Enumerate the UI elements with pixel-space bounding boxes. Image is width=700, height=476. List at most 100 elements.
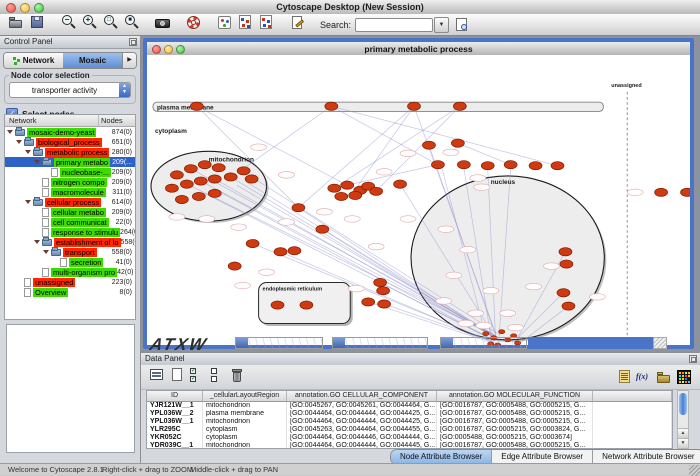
tree-item-node-count: 280(0) (112, 149, 135, 156)
search-dropdown-button[interactable]: ▼ (434, 17, 449, 33)
table-cell: YPL036W__1 (147, 418, 203, 426)
network-tree-row[interactable]: secretion41(0) (5, 257, 135, 267)
toolbar-group (152, 14, 173, 31)
folder-icon (42, 239, 52, 246)
matrix-view-icon[interactable] (676, 369, 692, 385)
background-window-strip[interactable] (332, 337, 428, 349)
attribute-toolbar-right (614, 369, 694, 385)
zoom-fit-icon[interactable] (102, 14, 119, 31)
table-column-header[interactable]: _cellularLayoutRegion (203, 391, 287, 401)
annotation-icon[interactable] (289, 14, 306, 31)
attribute-browser-tab[interactable]: Network Attribute Browser (593, 450, 700, 464)
tab-mosaic[interactable]: Mosaic (63, 53, 122, 68)
scrollbar-thumb[interactable] (679, 393, 687, 415)
import-attributes-icon[interactable] (656, 369, 672, 385)
folder-icon (15, 129, 25, 136)
network-tree-row[interactable]: primary metabo209(... (5, 157, 135, 167)
network-canvas[interactable]: plasma membranecytoplasmmitochondrionnuc… (147, 55, 690, 345)
network-tree-row[interactable]: cellular metabo209(0) (5, 207, 135, 217)
network-tree-row[interactable]: establishment of lo558(0) (5, 237, 135, 247)
table-column-header[interactable]: annotation.GO CELLULAR_COMPONENT (287, 391, 437, 401)
table-cell: cytoplasm (203, 426, 287, 434)
save-icon[interactable] (29, 14, 46, 31)
network-tree-row[interactable]: cellular process614(0) (5, 197, 135, 207)
tree-expander-icon[interactable] (34, 160, 40, 167)
tree-expander-icon[interactable] (25, 150, 31, 157)
app-resize-grip[interactable] (689, 465, 700, 476)
help-icon[interactable] (185, 14, 202, 31)
open-icon[interactable] (8, 14, 25, 31)
network-view-window[interactable]: primary metabolic process plasma membran… (143, 38, 694, 349)
network-file-icon (60, 258, 67, 267)
table-row[interactable]: YDR039C__1mitochondrion[GO:0044464, GO:0… (147, 442, 672, 449)
scroll-up-arrow[interactable]: ▲ (678, 428, 688, 438)
network-tree-row[interactable]: mosaic-demo-yeast874(0) (5, 127, 135, 137)
table-row[interactable]: YJR121W__1mitochondrion[GO:0045267, GO:0… (147, 402, 672, 410)
network-tree-row[interactable]: Overview8(0) (5, 287, 135, 297)
table-row[interactable]: YPL036W__1mitochondrion[GO:0044464, GO:0… (147, 418, 672, 426)
first-neighbors-icon[interactable] (237, 14, 254, 31)
delete-attribute-icon[interactable] (229, 367, 245, 383)
tabs-overflow-arrow[interactable]: ▶ (122, 53, 136, 68)
vizmapper-icon[interactable] (216, 14, 233, 31)
table-row[interactable]: YKR052Ccytoplasm[GO:0044464, GO:0044446,… (147, 434, 672, 442)
attribute-report-icon[interactable] (616, 369, 632, 385)
attribute-browser-tab[interactable]: Edge Attribute Browser (492, 450, 593, 464)
network-tree-row[interactable]: nucleobase-...209(0) (5, 167, 135, 177)
window-cap (236, 338, 248, 348)
tree-column-network[interactable]: Network (5, 115, 99, 126)
table-row[interactable]: YLR295Ccytoplasm[GO:0045263, GO:0044464,… (147, 426, 672, 434)
unselect-attributes-icon[interactable] (209, 367, 225, 383)
network-tree-row[interactable]: unassigned223(0) (5, 277, 135, 287)
tree-column-nodes[interactable]: Nodes (99, 115, 135, 126)
tree-item-node-count: 874(0) (112, 129, 135, 136)
window-resize-grip[interactable] (653, 337, 667, 349)
float-panel-icon[interactable] (689, 355, 697, 363)
attribute-toolbar-left (147, 367, 247, 388)
table-cell: [GO:0016787, GO:0005488, GO:0005215, G..… (437, 402, 593, 410)
tree-expander-icon[interactable] (16, 140, 22, 147)
zoom-in-icon[interactable] (81, 14, 98, 31)
new-attribute-icon[interactable] (169, 367, 185, 383)
attribute-browser-tab[interactable]: Node Attribute Browser (391, 450, 492, 464)
tree-expander-icon[interactable] (7, 130, 13, 137)
tree-item-node-count: 209(0) (112, 179, 135, 186)
tree-expander-icon[interactable] (43, 250, 49, 257)
background-window-strip[interactable] (440, 337, 527, 349)
copy-network-icon[interactable] (258, 14, 275, 31)
background-window-strip[interactable] (235, 337, 323, 349)
network-file-icon (42, 218, 49, 227)
search-options-icon[interactable] (453, 16, 470, 33)
tree-expander-icon[interactable] (25, 200, 31, 207)
table-vertical-scrollbar[interactable]: ▲ ▼ (677, 390, 689, 449)
network-tree-row[interactable]: metabolic process280(0) (5, 147, 135, 157)
network-navigator-panel[interactable] (6, 324, 135, 453)
snapshot-icon[interactable] (154, 14, 171, 31)
tree-item-node-count: 651(0) (112, 139, 135, 146)
network-tree-row[interactable]: multi-organism pro42(0) (5, 267, 135, 277)
search-input[interactable] (355, 18, 433, 32)
tree-item-label: establishment of lo (54, 238, 121, 247)
network-tree-row[interactable]: cell communicat22(0) (5, 217, 135, 227)
tree-expander-icon[interactable] (34, 240, 40, 247)
network-tree-row[interactable]: nitrogen compo209(0) (5, 177, 135, 187)
tree-item-label: nucleobase-... (60, 168, 111, 177)
zoom-selected-icon[interactable] (123, 14, 140, 31)
tab-network[interactable]: Network (4, 53, 63, 68)
function-builder-icon[interactable] (636, 369, 652, 385)
network-tree-row[interactable]: transport558(0) (5, 247, 135, 257)
select-all-rows-icon[interactable] (149, 367, 165, 383)
network-window-titlebar[interactable]: primary metabolic process (147, 42, 690, 56)
table-column-header[interactable]: ID (147, 391, 203, 401)
network-tree-row[interactable]: response to stimulu264(0) (5, 227, 135, 237)
table-column-header[interactable] (593, 391, 672, 401)
table-row[interactable]: YPL036W__2plasma membrane[GO:0044464, GO… (147, 410, 672, 418)
table-column-header[interactable]: annotation.GO MOLECULAR_FUNCTION (437, 391, 593, 401)
network-tree-row[interactable]: macromolecule311(0) (5, 187, 135, 197)
zoom-out-icon[interactable] (60, 14, 77, 31)
float-panel-icon[interactable] (129, 38, 137, 46)
network-tree-row[interactable]: biological_process651(0) (5, 137, 135, 147)
node-color-dropdown[interactable]: transporter activity ▲▼ (9, 82, 131, 98)
select-attributes-icon[interactable] (189, 367, 205, 383)
scroll-down-arrow[interactable]: ▼ (678, 438, 688, 448)
